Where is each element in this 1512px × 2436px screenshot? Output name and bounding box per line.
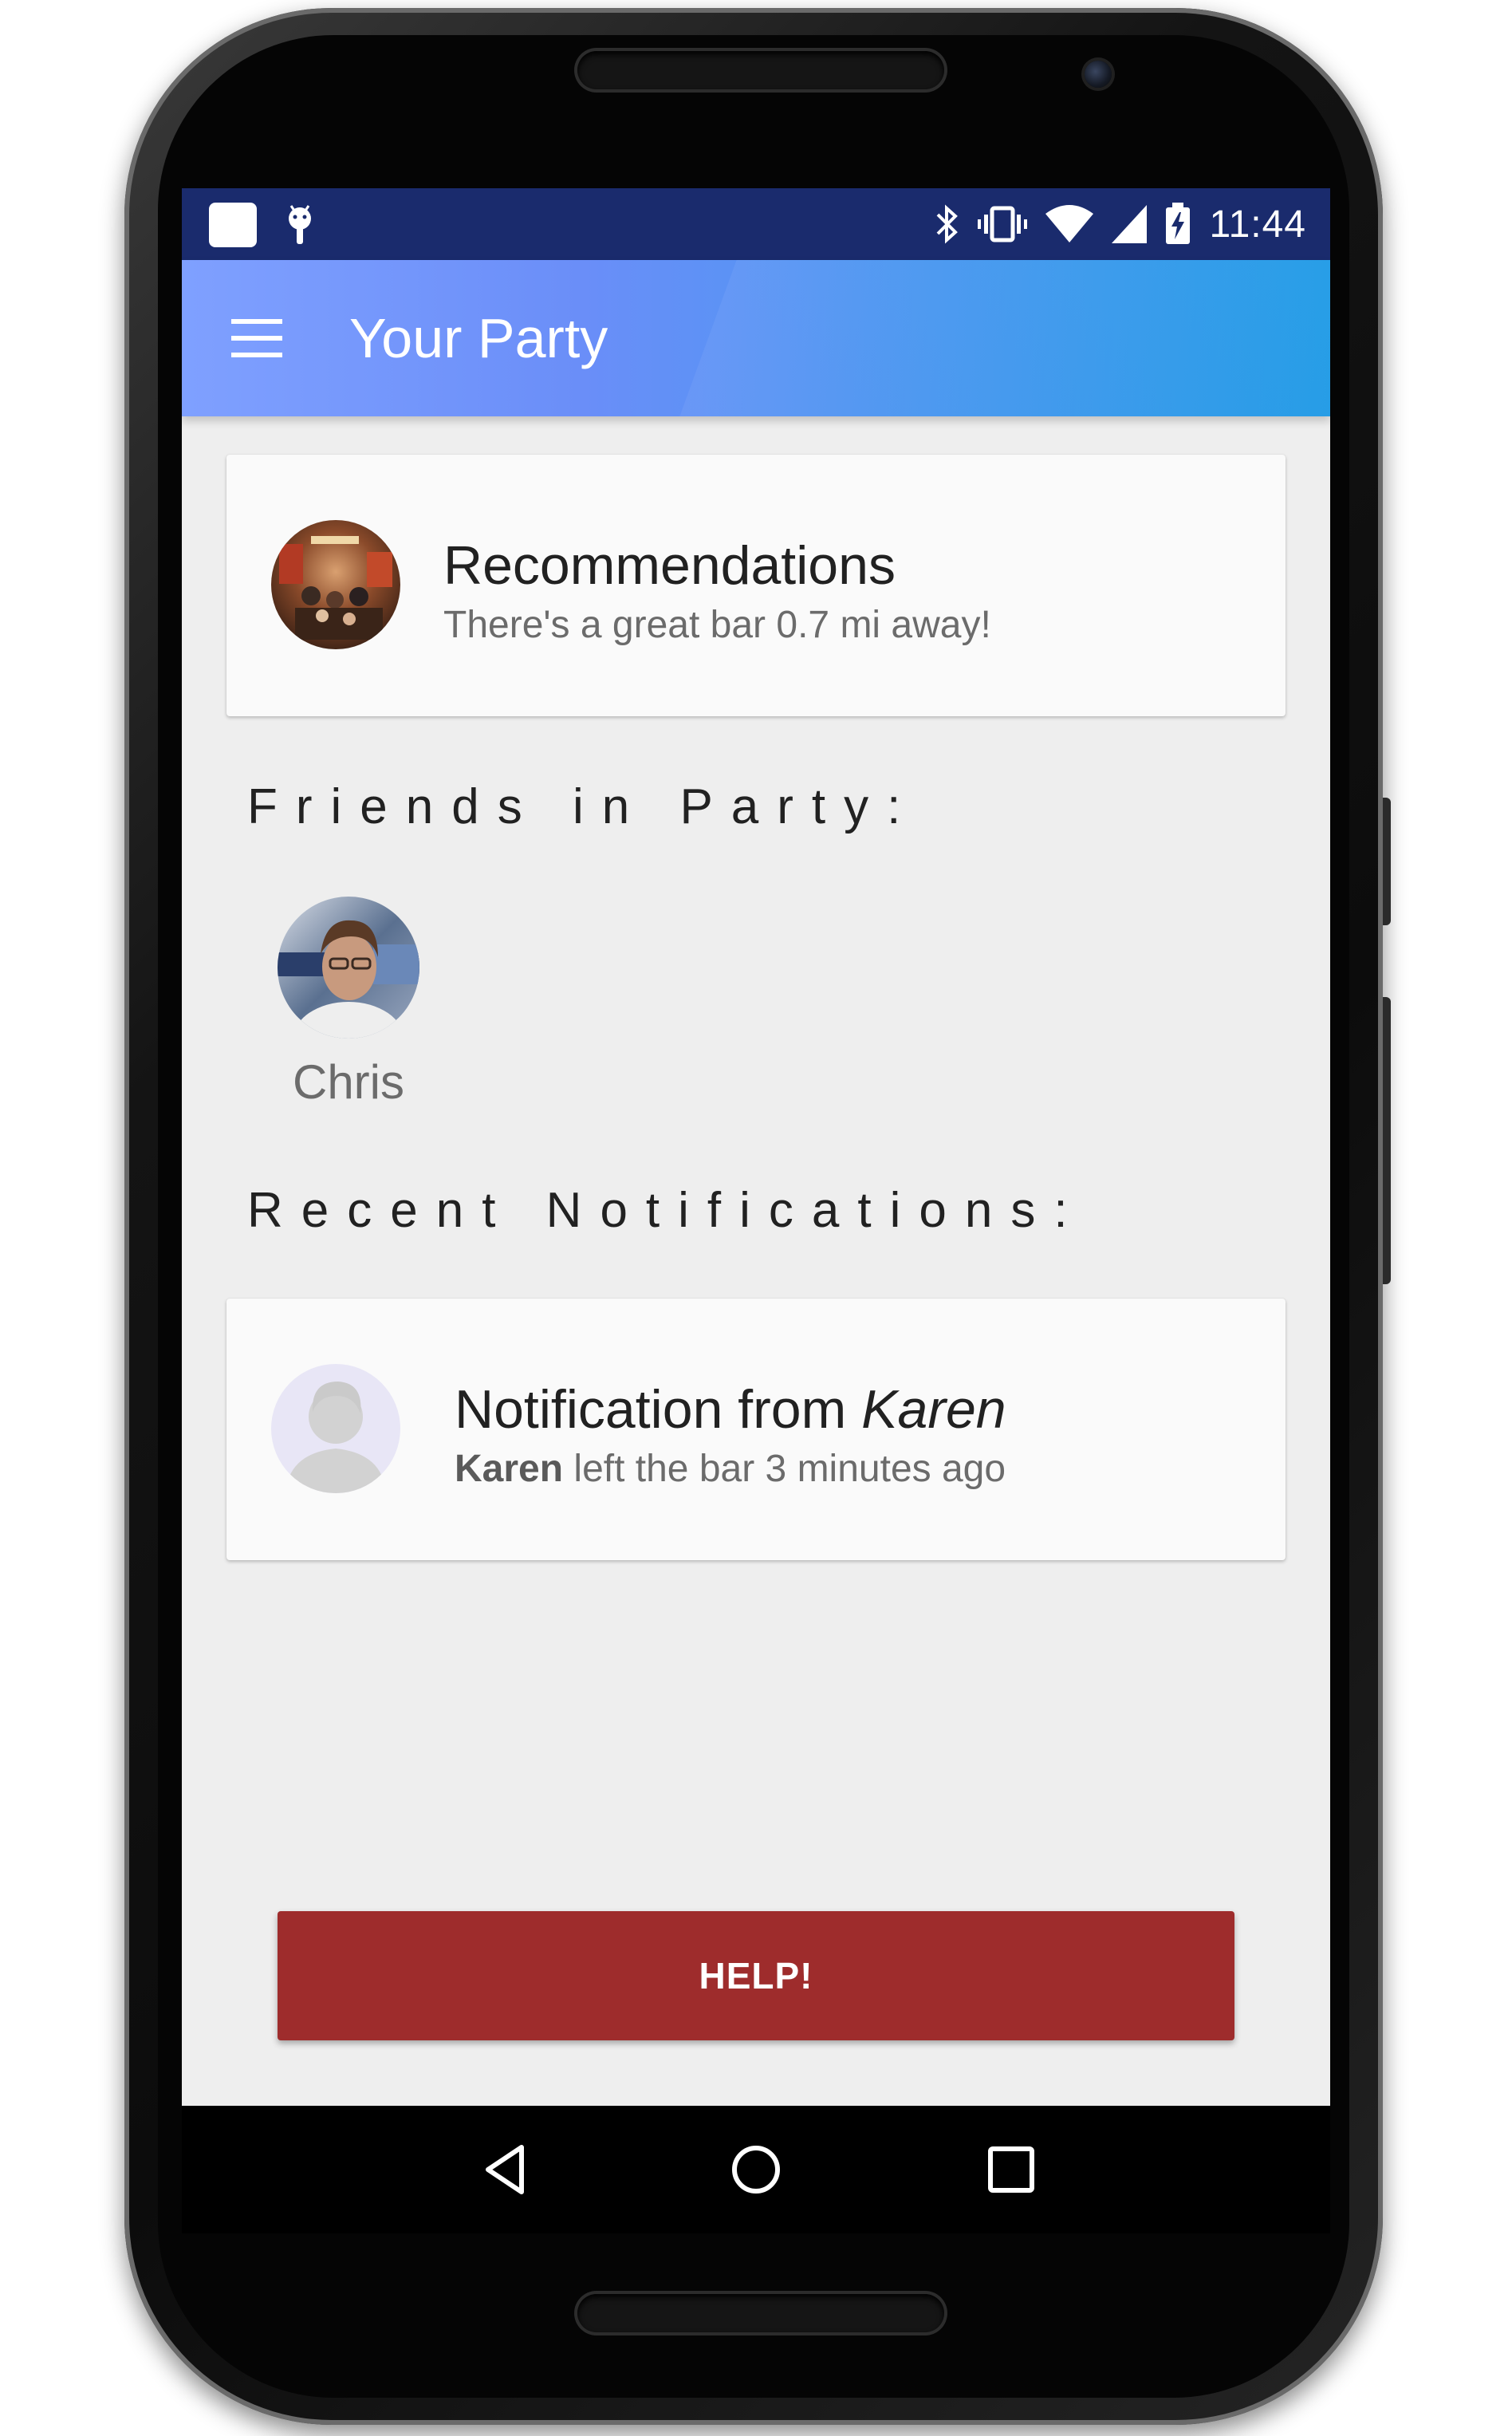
bluetooth-icon (937, 204, 959, 244)
notification-sub-name: Karen (455, 1448, 564, 1490)
vibrate-icon (978, 206, 1028, 242)
notification-subtitle: Karen left the bar 3 minutes ago (455, 1448, 1006, 1490)
friend-item-chris[interactable]: Chris (278, 897, 437, 1120)
bottom-speaker (577, 2294, 944, 2332)
battery-charging-icon (1166, 203, 1191, 244)
android-debug-icon (289, 205, 311, 244)
hamburger-menu-icon[interactable] (230, 313, 284, 364)
friends-section-header: Friends in Party: (247, 779, 919, 834)
volume-button (1383, 997, 1391, 1284)
back-icon[interactable] (474, 2138, 537, 2201)
bar-photo-avatar (271, 520, 400, 649)
recommendations-subtitle: There's a great bar 0.7 mi away! (443, 604, 991, 646)
chris-photo-avatar (278, 897, 419, 1039)
page-title: Your Party (349, 307, 608, 369)
signal-icon (1112, 205, 1148, 243)
notification-card[interactable]: Notification from Karen Karen left the b… (226, 1299, 1286, 1560)
default-person-avatar (271, 1364, 400, 1493)
app-square-icon (209, 203, 257, 247)
nav-bar (182, 2106, 1330, 2233)
notification-title-name: Karen (861, 1379, 1006, 1440)
front-camera (1085, 61, 1112, 88)
app-screen: 11:44 Your Party Recommendations There's… (182, 188, 1330, 2233)
status-time: 11:44 (1209, 203, 1306, 246)
notification-title: Notification from Karen (455, 1379, 1006, 1440)
recommendations-title: Recommendations (443, 535, 896, 596)
status-bar: 11:44 (182, 188, 1330, 260)
status-icons: 11:44 (933, 188, 1306, 260)
home-icon[interactable] (724, 2138, 788, 2201)
notifications-section-header: Recent Notifications: (247, 1183, 1086, 1238)
help-button[interactable]: HELP! (278, 1911, 1234, 2040)
wifi-icon (1045, 205, 1094, 242)
power-button (1383, 798, 1391, 925)
earpiece-speaker (577, 51, 944, 89)
friend-name: Chris (292, 1055, 404, 1109)
recommendations-card[interactable]: Recommendations There's a great bar 0.7 … (226, 455, 1286, 716)
recents-icon[interactable] (979, 2138, 1043, 2201)
app-bar: Your Party (182, 260, 1330, 416)
